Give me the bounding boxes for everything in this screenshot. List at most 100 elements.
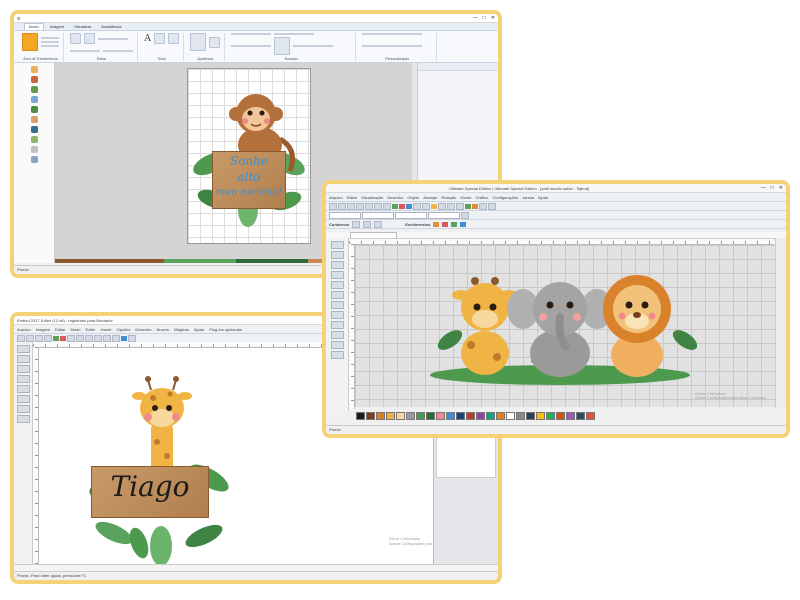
menu-configuracoes[interactable]: Configurações bbox=[492, 195, 518, 200]
document-tab[interactable] bbox=[350, 232, 397, 238]
reshape-tool-icon[interactable] bbox=[330, 251, 344, 259]
stitch-icon[interactable] bbox=[392, 203, 398, 209]
library-thumbnail[interactable] bbox=[30, 86, 38, 93]
menu-arranjar[interactable]: Arranjar bbox=[423, 195, 437, 200]
close-button[interactable]: ✕ bbox=[491, 15, 495, 21]
menu-desenho[interactable]: Desenho bbox=[387, 195, 403, 200]
fill-stitch-icon[interactable] bbox=[433, 221, 440, 227]
grid-icon[interactable] bbox=[431, 203, 437, 209]
motif-fill-icon[interactable] bbox=[442, 221, 449, 227]
position-y-field[interactable] bbox=[362, 211, 394, 219]
knife-tool-icon[interactable] bbox=[330, 301, 344, 309]
cut-icon[interactable] bbox=[365, 202, 373, 210]
library-thumbnail[interactable] bbox=[30, 76, 38, 83]
tab-imagem[interactable]: Imagem bbox=[45, 24, 69, 30]
gradient-fill-icon[interactable] bbox=[460, 221, 467, 227]
copy-icon[interactable] bbox=[374, 202, 382, 210]
hand-tool-icon[interactable] bbox=[330, 321, 344, 329]
library-thumbnail[interactable] bbox=[30, 126, 38, 133]
save-icon[interactable] bbox=[35, 334, 43, 342]
menu-opcoes[interactable]: Opções bbox=[117, 327, 131, 332]
simulate-icon[interactable] bbox=[406, 203, 412, 209]
library-thumbnail[interactable] bbox=[30, 96, 38, 103]
thread-swatch[interactable] bbox=[366, 412, 375, 420]
thread-swatch[interactable] bbox=[496, 412, 505, 420]
menu-editar[interactable]: Editar bbox=[347, 195, 357, 200]
menu-arquivo[interactable]: Arquivo bbox=[17, 327, 31, 332]
minimize-button[interactable]: — bbox=[473, 15, 478, 21]
library-thumbnail[interactable] bbox=[30, 106, 38, 113]
rotate-icon[interactable] bbox=[447, 202, 455, 210]
trim-tool-icon[interactable] bbox=[16, 405, 30, 413]
measure-icon[interactable] bbox=[438, 202, 446, 210]
sequence-button[interactable] bbox=[274, 37, 291, 55]
menu-magicas[interactable]: Mágicas bbox=[174, 327, 189, 332]
select-icon[interactable] bbox=[94, 334, 102, 342]
thread-swatch[interactable] bbox=[536, 412, 545, 420]
mirror-icon[interactable] bbox=[112, 334, 120, 342]
menu-arquivo[interactable]: Arquivo bbox=[329, 195, 343, 200]
position-x-field[interactable] bbox=[329, 211, 361, 219]
maximize-button[interactable]: □ bbox=[771, 185, 774, 191]
menu-monte[interactable]: Monte bbox=[460, 195, 471, 200]
eyedropper-tool-icon[interactable] bbox=[330, 331, 344, 339]
maximize-button[interactable]: □ bbox=[483, 15, 486, 21]
rotate-icon[interactable] bbox=[103, 334, 111, 342]
print-icon[interactable] bbox=[44, 334, 52, 342]
zoom-out-icon[interactable] bbox=[422, 202, 430, 210]
menu-modo[interactable]: Modo bbox=[70, 327, 80, 332]
fill-tool-icon[interactable] bbox=[330, 291, 344, 299]
thread-swatch[interactable] bbox=[466, 412, 475, 420]
library-thumbnail[interactable] bbox=[30, 66, 38, 73]
menu-exibir[interactable]: Exibir bbox=[85, 327, 95, 332]
tab-assistencia[interactable]: Assistência bbox=[97, 24, 126, 30]
thread-swatch[interactable] bbox=[586, 412, 595, 420]
paste-icon[interactable] bbox=[383, 202, 391, 210]
new-file-icon[interactable] bbox=[17, 334, 25, 342]
new-file-icon[interactable] bbox=[329, 202, 337, 210]
format-button[interactable] bbox=[168, 33, 180, 44]
thread-swatch[interactable] bbox=[376, 412, 385, 420]
thread-swatch[interactable] bbox=[546, 412, 555, 420]
height-field[interactable] bbox=[428, 211, 460, 219]
triple-stitch-icon[interactable] bbox=[374, 220, 383, 228]
thread-swatch[interactable] bbox=[566, 412, 575, 420]
vertical-scrollbar[interactable] bbox=[775, 238, 786, 408]
move-tool-icon[interactable] bbox=[16, 385, 30, 393]
menu-ajuda[interactable]: Ajuda bbox=[194, 327, 204, 332]
library-thumbnail[interactable] bbox=[30, 156, 38, 163]
thread-swatch[interactable] bbox=[446, 412, 455, 420]
color-chip[interactable] bbox=[236, 259, 309, 263]
tab-inicio[interactable]: Início bbox=[24, 23, 44, 30]
open-folder-icon[interactable] bbox=[338, 202, 346, 210]
text-tool-icon[interactable]: A bbox=[144, 33, 151, 44]
tab-visualizar[interactable]: Visualizar bbox=[70, 24, 96, 30]
redo-button[interactable] bbox=[84, 33, 95, 44]
menu-visualizacao[interactable]: Visualização bbox=[361, 195, 383, 200]
undo-button[interactable] bbox=[70, 33, 81, 44]
outline-tool-icon[interactable] bbox=[330, 281, 344, 289]
thread-swatch[interactable] bbox=[356, 412, 365, 420]
width-field[interactable] bbox=[395, 211, 427, 219]
pattern-fill-icon[interactable] bbox=[451, 221, 458, 227]
menu-inserir[interactable]: Inserir bbox=[101, 327, 112, 332]
text-icon[interactable] bbox=[479, 202, 487, 210]
adjust-button[interactable] bbox=[190, 33, 207, 51]
settings-icon[interactable] bbox=[488, 202, 496, 210]
thread-swatch[interactable] bbox=[426, 412, 435, 420]
simulate-icon[interactable] bbox=[121, 335, 127, 341]
run-stitch-icon[interactable] bbox=[352, 220, 361, 228]
print-icon[interactable] bbox=[356, 202, 364, 210]
zoom-in-icon[interactable] bbox=[67, 334, 75, 342]
thread-swatch[interactable] bbox=[486, 412, 495, 420]
thread-swatch[interactable] bbox=[476, 412, 485, 420]
library-thumbnail[interactable] bbox=[30, 146, 38, 153]
library-thumbnail[interactable] bbox=[30, 116, 38, 123]
color-button[interactable] bbox=[209, 36, 221, 48]
stitch-color-icon[interactable] bbox=[53, 335, 59, 341]
thread-swatch[interactable] bbox=[526, 412, 535, 420]
settings-icon[interactable] bbox=[128, 334, 136, 342]
insert-tool-icon[interactable] bbox=[16, 365, 30, 373]
mirror-icon[interactable] bbox=[456, 202, 464, 210]
color-tool-icon[interactable] bbox=[16, 395, 30, 403]
